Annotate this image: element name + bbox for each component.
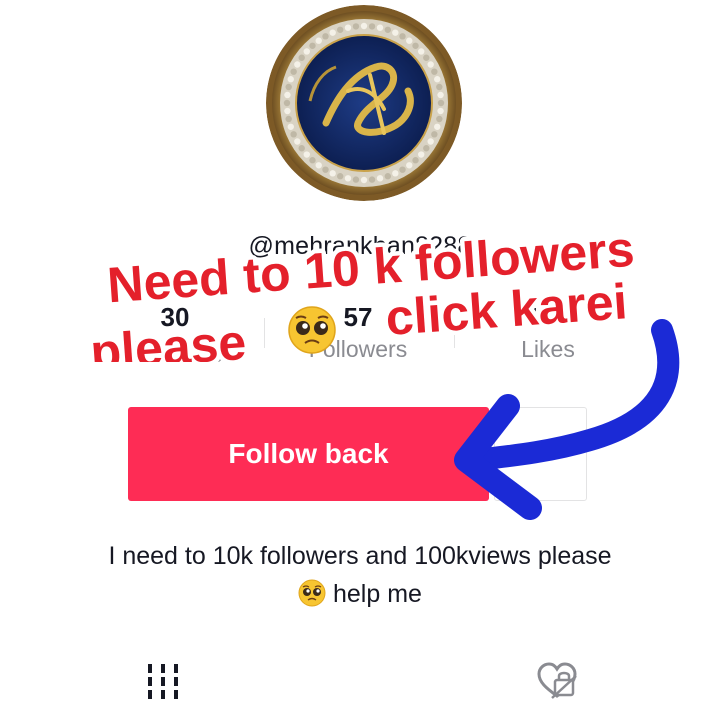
avatar[interactable] <box>266 5 462 201</box>
bio-line-2: help me <box>333 580 422 608</box>
overlay-pleading-face-emoji-icon <box>288 306 336 354</box>
more-options-button[interactable] <box>494 407 587 501</box>
pleading-face-emoji-icon <box>298 579 326 607</box>
overlay-caption: Need to 10 k followers Need to 10 k foll… <box>84 222 640 362</box>
videos-grid-icon[interactable] <box>140 658 186 704</box>
liked-heart-icon[interactable] <box>534 658 580 704</box>
follow-back-button[interactable]: Follow back <box>128 407 489 501</box>
bio-line-1: I need to 10k followers and 100kviews pl… <box>108 542 612 570</box>
overlay-line-2a: please <box>89 314 248 362</box>
avatar-calligraphy-image <box>266 5 462 201</box>
profile-bio: I need to 10k followers and 100kviews pl… <box>40 537 680 613</box>
